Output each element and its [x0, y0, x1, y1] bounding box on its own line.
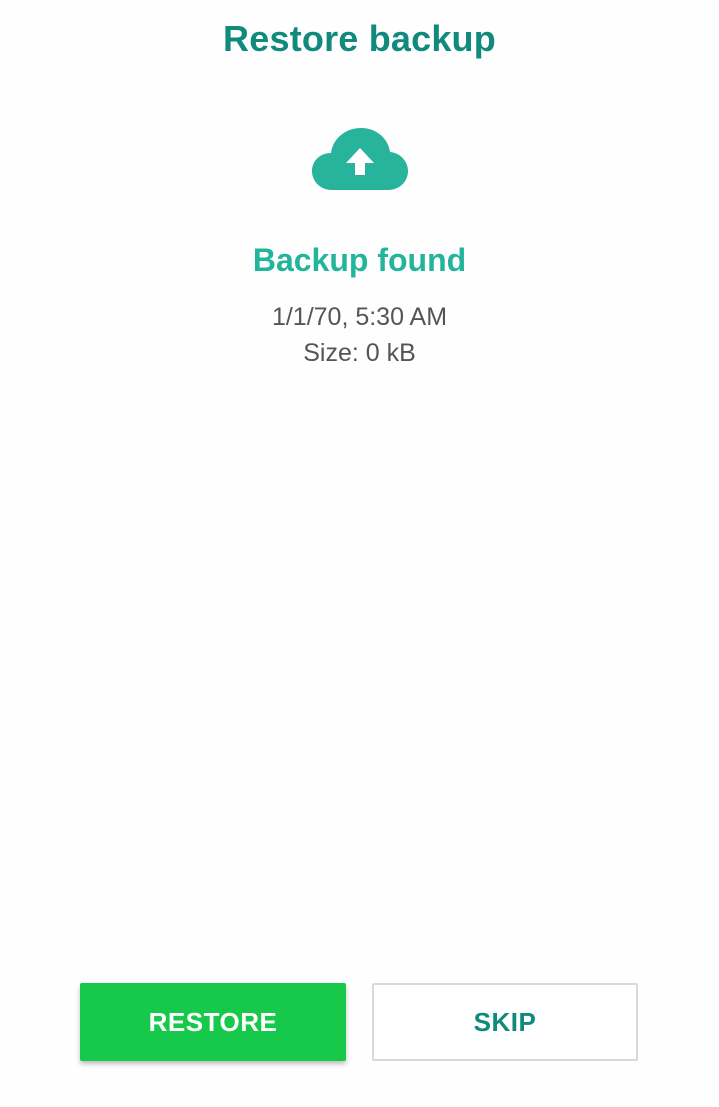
backup-date: 1/1/70, 5:30 AM [271, 303, 448, 331]
page-title: Restore backup [223, 18, 496, 59]
backup-size: Size: 0 kB [303, 339, 416, 367]
skip-button[interactable]: SKIP [372, 983, 638, 1061]
cloud-upload-icon [310, 126, 410, 192]
restore-backup-screen: Restore backup Backup found 1/1/70, 5:30… [0, 0, 719, 1107]
backup-found-heading: Backup found [252, 242, 467, 278]
restore-button[interactable]: RESTORE [80, 983, 346, 1061]
